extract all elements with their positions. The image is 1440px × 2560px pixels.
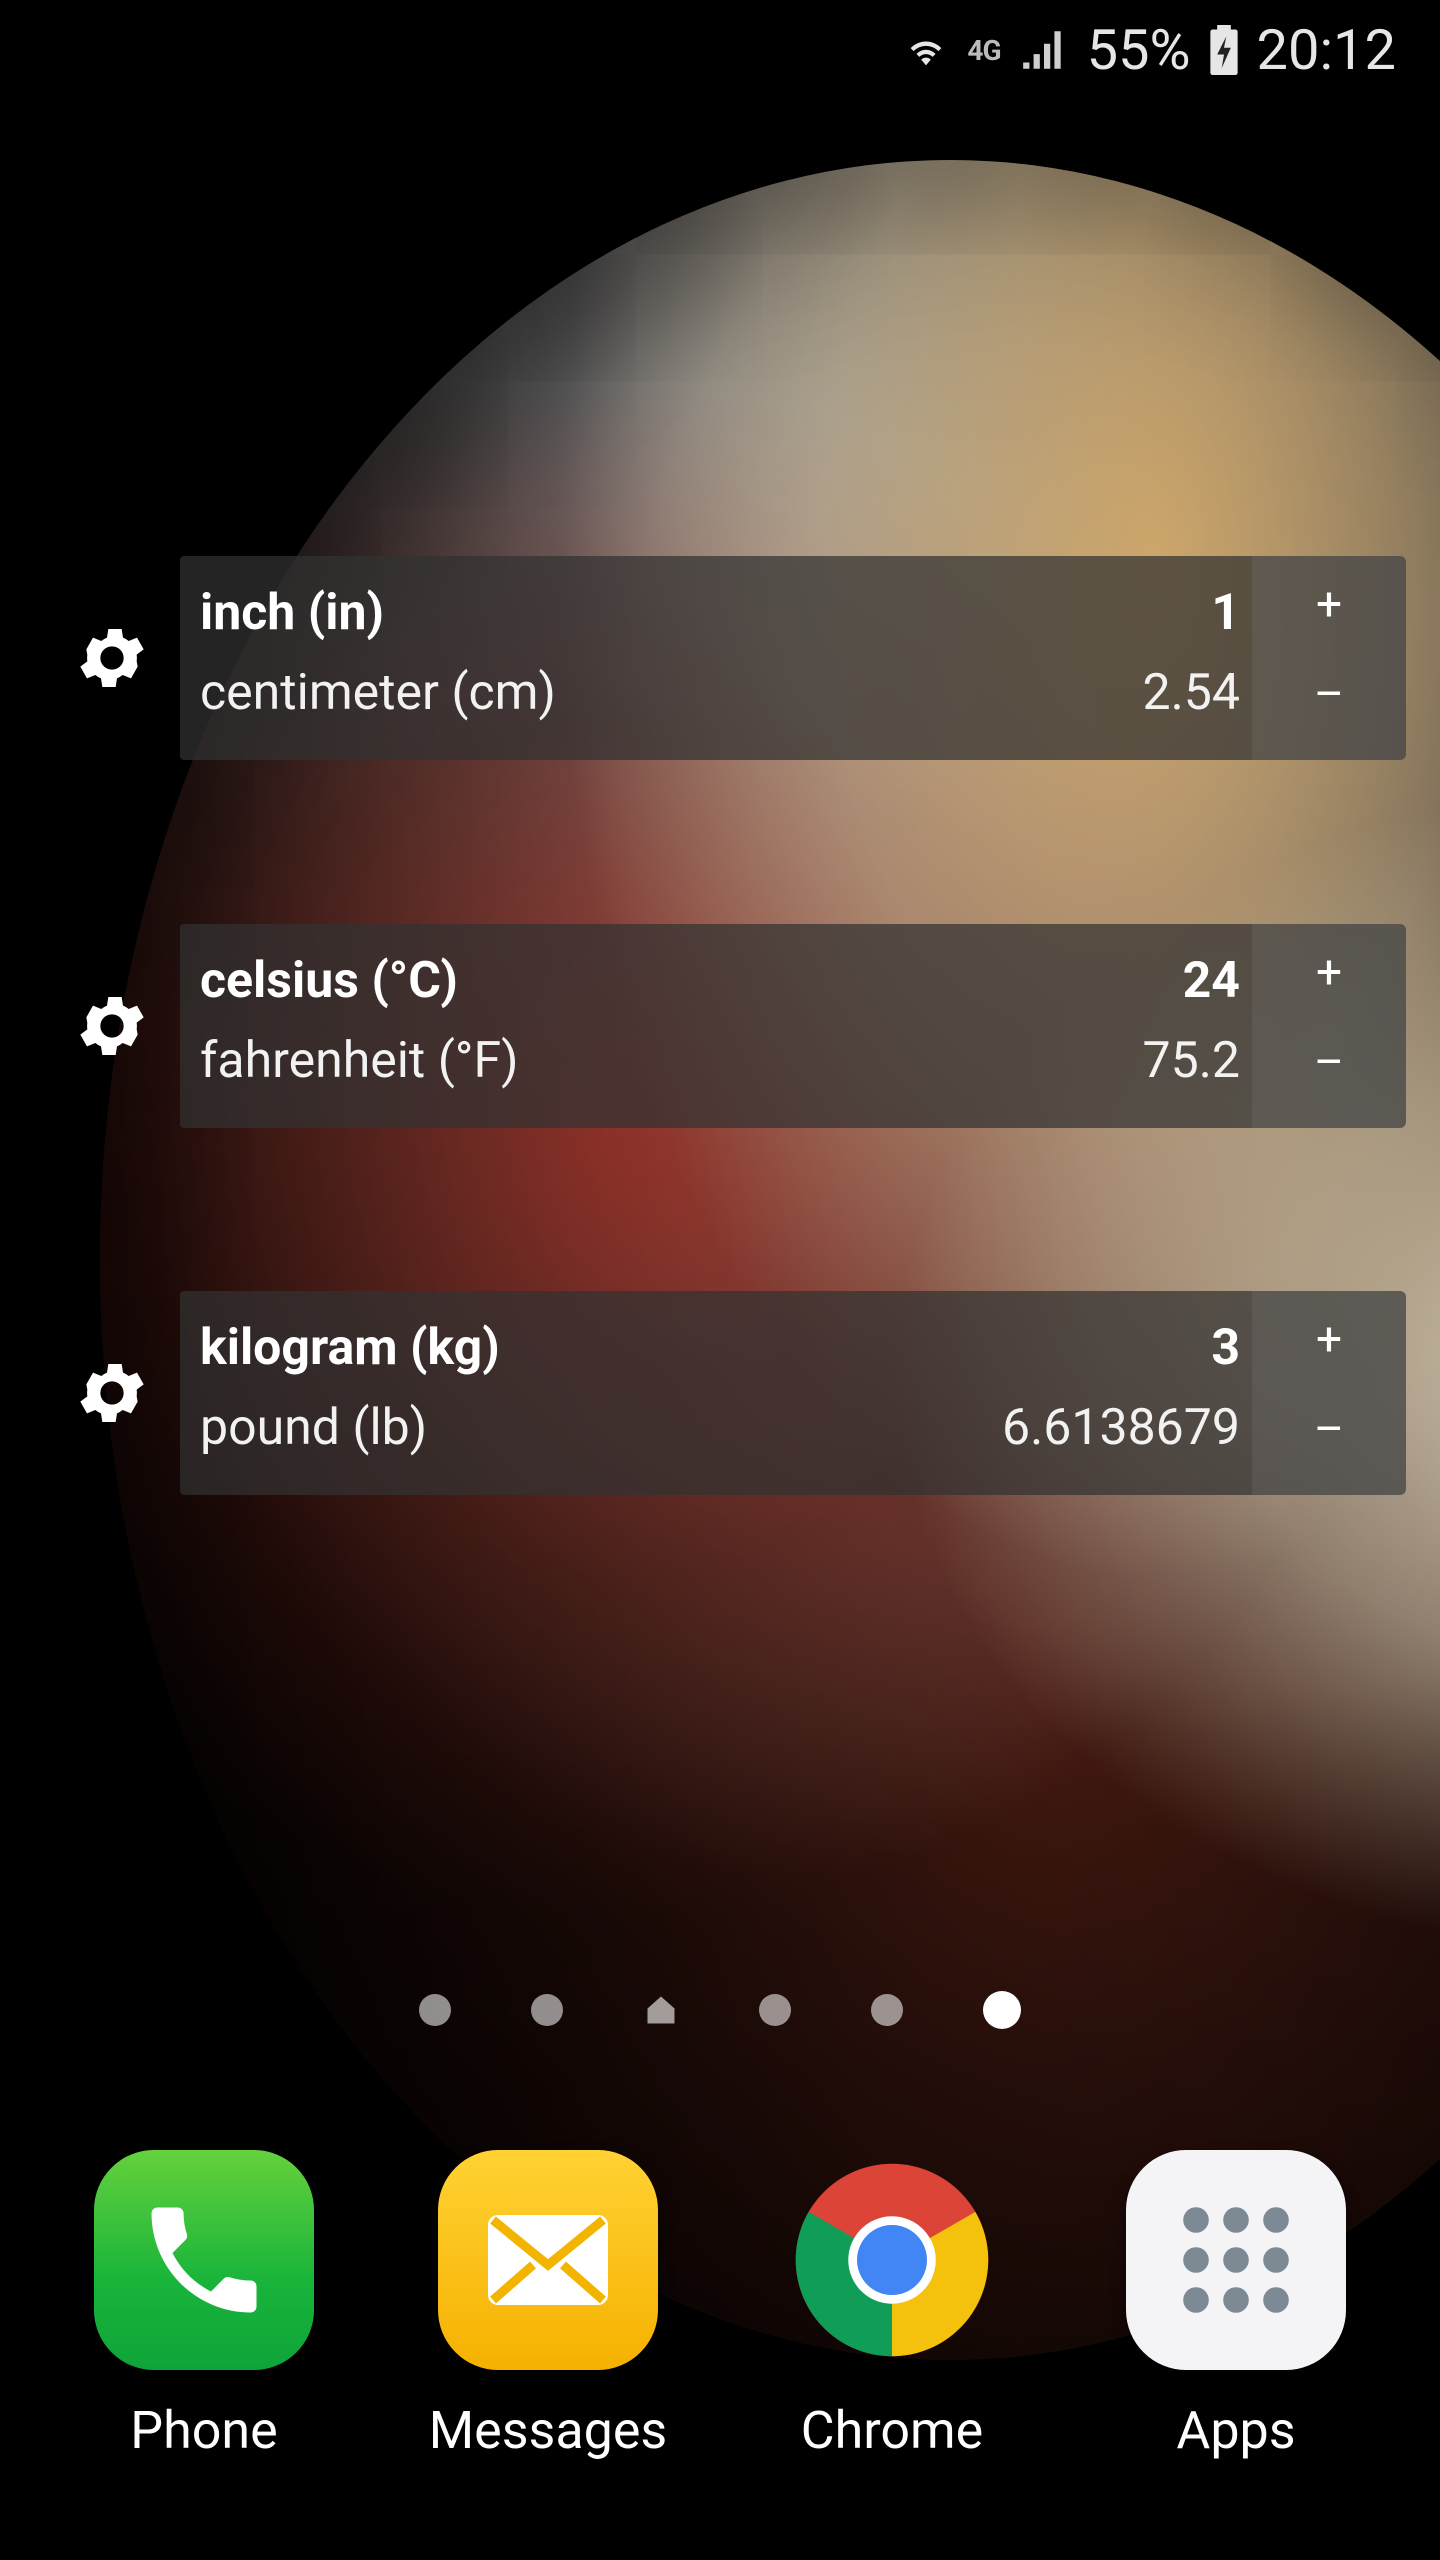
decrement-button[interactable]: – bbox=[1252, 1403, 1406, 1457]
value-stepper: + – bbox=[1252, 924, 1406, 1128]
chrome-icon[interactable] bbox=[782, 2150, 1002, 2370]
status-bar: 4G 55% 20:12 bbox=[0, 0, 1440, 100]
app-messages[interactable]: Messages bbox=[408, 2140, 688, 2461]
from-unit: celsius (°C) bbox=[200, 952, 458, 1010]
to-row[interactable]: pound (lb) 6.6138679 bbox=[200, 1399, 1240, 1457]
app-drawer[interactable]: Apps bbox=[1096, 2140, 1376, 2461]
battery-percent: 55% bbox=[1086, 17, 1191, 83]
gear-icon[interactable] bbox=[72, 986, 152, 1066]
value-stepper: + – bbox=[1252, 1291, 1406, 1495]
app-label: Chrome bbox=[800, 2400, 984, 2461]
from-row[interactable]: celsius (°C) 24 bbox=[200, 952, 1240, 1010]
from-row[interactable]: inch (in) 1 bbox=[200, 584, 1240, 642]
decrement-button[interactable]: – bbox=[1252, 668, 1406, 722]
network-type-icon: 4G bbox=[967, 33, 1001, 67]
page-dot[interactable] bbox=[759, 1994, 791, 2026]
to-row[interactable]: centimeter (cm) 2.54 bbox=[200, 664, 1240, 722]
from-unit: kilogram (kg) bbox=[200, 1319, 500, 1377]
from-row[interactable]: kilogram (kg) 3 bbox=[200, 1319, 1240, 1377]
to-value: 2.54 bbox=[1142, 664, 1241, 722]
value-stepper: + – bbox=[1252, 556, 1406, 760]
to-unit: fahrenheit (°F) bbox=[200, 1032, 519, 1090]
to-unit: centimeter (cm) bbox=[200, 664, 556, 722]
app-label: Apps bbox=[1176, 2400, 1296, 2461]
page-indicator[interactable] bbox=[0, 1980, 1440, 2040]
from-value: 1 bbox=[1211, 584, 1240, 642]
to-unit: pound (lb) bbox=[200, 1399, 428, 1457]
from-unit: inch (in) bbox=[200, 584, 385, 642]
signal-icon bbox=[1019, 27, 1069, 73]
converter-widget-temperature: celsius (°C) 24 fahrenheit (°F) 75.2 + – bbox=[0, 924, 1440, 1128]
to-value: 75.2 bbox=[1142, 1032, 1241, 1090]
page-dot[interactable] bbox=[419, 1994, 451, 2026]
phone-icon[interactable] bbox=[94, 2150, 314, 2370]
app-label: Messages bbox=[428, 2400, 668, 2461]
to-value: 6.6138679 bbox=[1002, 1399, 1240, 1457]
converter-widget-length: inch (in) 1 centimeter (cm) 2.54 + – bbox=[0, 556, 1440, 760]
page-dot[interactable] bbox=[871, 1994, 903, 2026]
converter-widget-weight: kilogram (kg) 3 pound (lb) 6.6138679 + – bbox=[0, 1291, 1440, 1495]
app-chrome[interactable]: Chrome bbox=[752, 2140, 1032, 2461]
gear-icon[interactable] bbox=[72, 1353, 152, 1433]
messages-icon[interactable] bbox=[438, 2150, 658, 2370]
app-phone[interactable]: Phone bbox=[64, 2140, 344, 2461]
gear-icon[interactable] bbox=[72, 618, 152, 698]
from-value: 3 bbox=[1211, 1319, 1240, 1377]
decrement-button[interactable]: – bbox=[1252, 1036, 1406, 1090]
from-value: 24 bbox=[1182, 952, 1240, 1010]
page-dot-active[interactable] bbox=[983, 1991, 1021, 2029]
increment-button[interactable]: + bbox=[1252, 946, 1406, 1000]
apps-grid-icon[interactable] bbox=[1126, 2150, 1346, 2370]
home-page-icon[interactable] bbox=[643, 1992, 679, 2028]
increment-button[interactable]: + bbox=[1252, 1313, 1406, 1367]
increment-button[interactable]: + bbox=[1252, 578, 1406, 632]
battery-charging-icon bbox=[1209, 25, 1239, 75]
app-label: Phone bbox=[130, 2400, 278, 2461]
clock: 20:12 bbox=[1256, 17, 1396, 83]
to-row[interactable]: fahrenheit (°F) 75.2 bbox=[200, 1032, 1240, 1090]
app-dock: Phone Messages Chrome Apps bbox=[0, 2140, 1440, 2480]
page-dot[interactable] bbox=[531, 1994, 563, 2026]
wifi-icon bbox=[903, 27, 949, 73]
